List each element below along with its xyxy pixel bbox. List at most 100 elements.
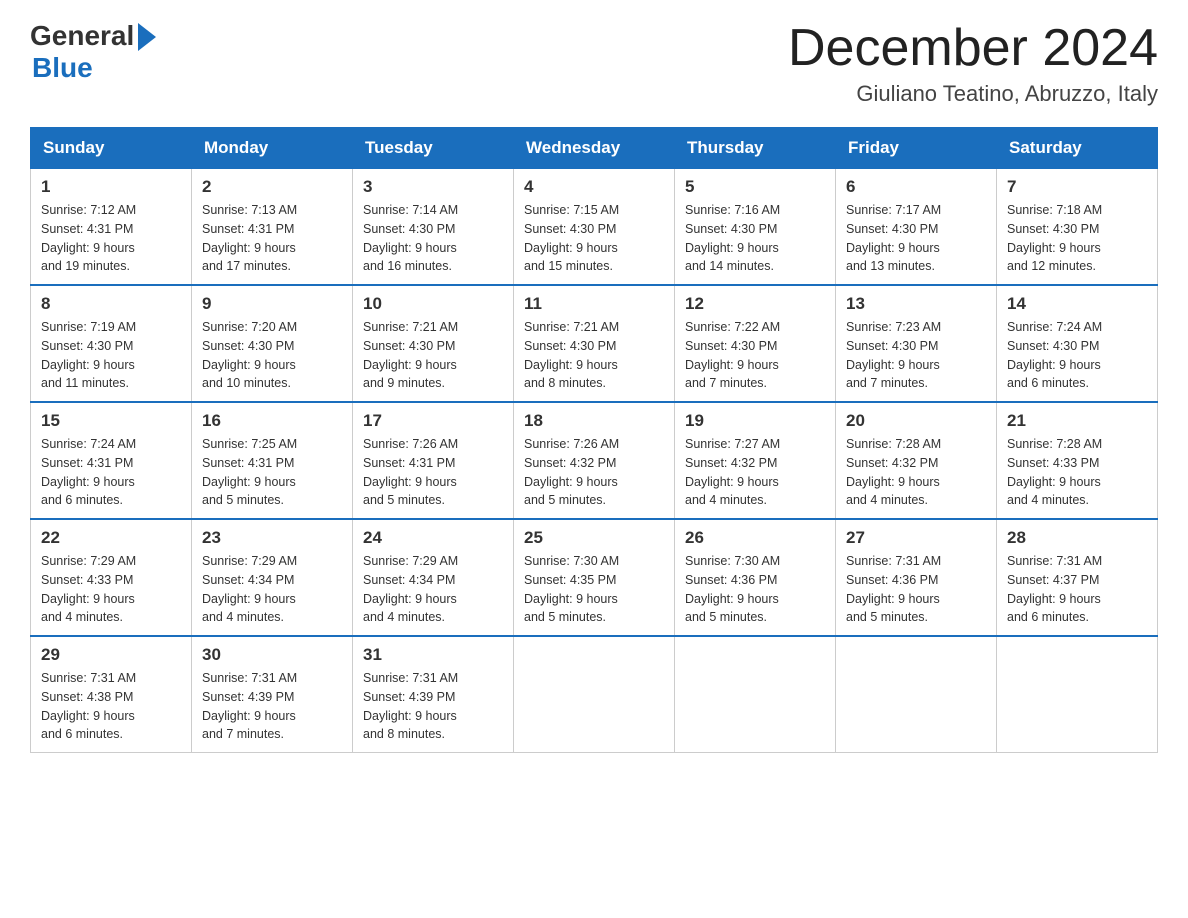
day-number: 30 (202, 645, 342, 665)
week-row-3: 15 Sunrise: 7:24 AMSunset: 4:31 PMDayligh… (31, 402, 1158, 519)
day-info: Sunrise: 7:22 AMSunset: 4:30 PMDaylight:… (685, 318, 825, 393)
calendar-table: SundayMondayTuesdayWednesdayThursdayFrid… (30, 127, 1158, 753)
calendar-cell: 2 Sunrise: 7:13 AMSunset: 4:31 PMDaylight… (192, 169, 353, 286)
col-header-friday: Friday (836, 128, 997, 169)
day-info: Sunrise: 7:29 AMSunset: 4:34 PMDaylight:… (202, 552, 342, 627)
month-year-title: December 2024 (788, 20, 1158, 77)
calendar-cell: 7Sunrise: 7:18 AMSunset: 4:30 PMDaylight… (997, 169, 1158, 286)
calendar-cell: 26 Sunrise: 7:30 AMSunset: 4:36 PMDayligh… (675, 519, 836, 636)
day-info: Sunrise: 7:20 AMSunset: 4:30 PMDaylight:… (202, 318, 342, 393)
calendar-cell: 11 Sunrise: 7:21 AMSunset: 4:30 PMDayligh… (514, 285, 675, 402)
calendar-cell: 15 Sunrise: 7:24 AMSunset: 4:31 PMDayligh… (31, 402, 192, 519)
calendar-cell: 14 Sunrise: 7:24 AMSunset: 4:30 PMDayligh… (997, 285, 1158, 402)
calendar-cell: 29 Sunrise: 7:31 AMSunset: 4:38 PMDayligh… (31, 636, 192, 753)
day-number: 26 (685, 528, 825, 548)
calendar-cell: 27 Sunrise: 7:31 AMSunset: 4:36 PMDayligh… (836, 519, 997, 636)
calendar-cell (514, 636, 675, 753)
day-info: Sunrise: 7:16 AMSunset: 4:30 PMDaylight:… (685, 201, 825, 276)
col-header-saturday: Saturday (997, 128, 1158, 169)
day-info: Sunrise: 7:30 AMSunset: 4:35 PMDaylight:… (524, 552, 664, 627)
day-info: Sunrise: 7:31 AMSunset: 4:38 PMDaylight:… (41, 669, 181, 744)
col-header-wednesday: Wednesday (514, 128, 675, 169)
day-number: 16 (202, 411, 342, 431)
day-info: Sunrise: 7:24 AMSunset: 4:30 PMDaylight:… (1007, 318, 1147, 393)
calendar-cell (997, 636, 1158, 753)
day-info: Sunrise: 7:31 AMSunset: 4:39 PMDaylight:… (202, 669, 342, 744)
day-info: Sunrise: 7:25 AMSunset: 4:31 PMDaylight:… (202, 435, 342, 510)
calendar-cell: 23 Sunrise: 7:29 AMSunset: 4:34 PMDayligh… (192, 519, 353, 636)
day-info: Sunrise: 7:28 AMSunset: 4:32 PMDaylight:… (846, 435, 986, 510)
day-number: 11 (524, 294, 664, 314)
day-number: 18 (524, 411, 664, 431)
day-info: Sunrise: 7:23 AMSunset: 4:30 PMDaylight:… (846, 318, 986, 393)
day-info: Sunrise: 7:21 AMSunset: 4:30 PMDaylight:… (524, 318, 664, 393)
day-number: 4 (524, 177, 664, 197)
day-number: 10 (363, 294, 503, 314)
day-number: 17 (363, 411, 503, 431)
day-info: Sunrise: 7:13 AMSunset: 4:31 PMDaylight:… (202, 201, 342, 276)
day-number: 21 (1007, 411, 1147, 431)
day-number: 22 (41, 528, 181, 548)
day-info: Sunrise: 7:29 AMSunset: 4:33 PMDaylight:… (41, 552, 181, 627)
day-number: 3 (363, 177, 503, 197)
day-number: 25 (524, 528, 664, 548)
day-number: 20 (846, 411, 986, 431)
day-number: 15 (41, 411, 181, 431)
day-number: 23 (202, 528, 342, 548)
calendar-cell: 19 Sunrise: 7:27 AMSunset: 4:32 PMDayligh… (675, 402, 836, 519)
day-info: Sunrise: 7:31 AMSunset: 4:36 PMDaylight:… (846, 552, 986, 627)
calendar-cell (675, 636, 836, 753)
calendar-cell: 18 Sunrise: 7:26 AMSunset: 4:32 PMDayligh… (514, 402, 675, 519)
day-info: Sunrise: 7:19 AMSunset: 4:30 PMDaylight:… (41, 318, 181, 393)
day-number: 8 (41, 294, 181, 314)
calendar-cell: 20 Sunrise: 7:28 AMSunset: 4:32 PMDayligh… (836, 402, 997, 519)
day-info: Sunrise: 7:14 AMSunset: 4:30 PMDaylight:… (363, 201, 503, 276)
day-info: Sunrise: 7:21 AMSunset: 4:30 PMDaylight:… (363, 318, 503, 393)
week-row-1: 1 Sunrise: 7:12 AMSunset: 4:31 PMDaylight… (31, 169, 1158, 286)
calendar-cell: 9 Sunrise: 7:20 AMSunset: 4:30 PMDaylight… (192, 285, 353, 402)
day-number: 27 (846, 528, 986, 548)
col-header-monday: Monday (192, 128, 353, 169)
day-info: Sunrise: 7:26 AMSunset: 4:31 PMDaylight:… (363, 435, 503, 510)
day-number: 29 (41, 645, 181, 665)
day-number: 5 (685, 177, 825, 197)
day-number: 24 (363, 528, 503, 548)
calendar-cell: 16 Sunrise: 7:25 AMSunset: 4:31 PMDayligh… (192, 402, 353, 519)
day-number: 12 (685, 294, 825, 314)
logo: General Blue (30, 20, 156, 84)
title-section: December 2024 Giuliano Teatino, Abruzzo,… (788, 20, 1158, 107)
day-info: Sunrise: 7:31 AMSunset: 4:39 PMDaylight:… (363, 669, 503, 744)
col-header-tuesday: Tuesday (353, 128, 514, 169)
day-number: 2 (202, 177, 342, 197)
location-subtitle: Giuliano Teatino, Abruzzo, Italy (788, 81, 1158, 107)
day-number: 9 (202, 294, 342, 314)
day-info: Sunrise: 7:28 AMSunset: 4:33 PMDaylight:… (1007, 435, 1147, 510)
calendar-cell (836, 636, 997, 753)
calendar-cell: 6 Sunrise: 7:17 AMSunset: 4:30 PMDaylight… (836, 169, 997, 286)
logo-general-text: General (30, 20, 134, 52)
day-number: 13 (846, 294, 986, 314)
calendar-cell: 5 Sunrise: 7:16 AMSunset: 4:30 PMDaylight… (675, 169, 836, 286)
day-info: Sunrise: 7:17 AMSunset: 4:30 PMDaylight:… (846, 201, 986, 276)
day-number: 6 (846, 177, 986, 197)
calendar-cell: 8 Sunrise: 7:19 AMSunset: 4:30 PMDaylight… (31, 285, 192, 402)
calendar-cell: 30 Sunrise: 7:31 AMSunset: 4:39 PMDayligh… (192, 636, 353, 753)
calendar-cell: 21 Sunrise: 7:28 AMSunset: 4:33 PMDayligh… (997, 402, 1158, 519)
day-number: 28 (1007, 528, 1147, 548)
calendar-cell: 10 Sunrise: 7:21 AMSunset: 4:30 PMDayligh… (353, 285, 514, 402)
day-info: Sunrise: 7:29 AMSunset: 4:34 PMDaylight:… (363, 552, 503, 627)
calendar-cell: 25 Sunrise: 7:30 AMSunset: 4:35 PMDayligh… (514, 519, 675, 636)
calendar-cell: 17 Sunrise: 7:26 AMSunset: 4:31 PMDayligh… (353, 402, 514, 519)
day-info: Sunrise: 7:26 AMSunset: 4:32 PMDaylight:… (524, 435, 664, 510)
week-row-5: 29 Sunrise: 7:31 AMSunset: 4:38 PMDayligh… (31, 636, 1158, 753)
day-info: Sunrise: 7:12 AMSunset: 4:31 PMDaylight:… (41, 201, 181, 276)
calendar-cell: 13 Sunrise: 7:23 AMSunset: 4:30 PMDayligh… (836, 285, 997, 402)
calendar-cell: 24 Sunrise: 7:29 AMSunset: 4:34 PMDayligh… (353, 519, 514, 636)
day-number: 14 (1007, 294, 1147, 314)
day-info: Sunrise: 7:18 AMSunset: 4:30 PMDaylight:… (1007, 201, 1147, 276)
day-number: 1 (41, 177, 181, 197)
day-info: Sunrise: 7:24 AMSunset: 4:31 PMDaylight:… (41, 435, 181, 510)
day-info: Sunrise: 7:30 AMSunset: 4:36 PMDaylight:… (685, 552, 825, 627)
day-info: Sunrise: 7:27 AMSunset: 4:32 PMDaylight:… (685, 435, 825, 510)
day-number: 19 (685, 411, 825, 431)
